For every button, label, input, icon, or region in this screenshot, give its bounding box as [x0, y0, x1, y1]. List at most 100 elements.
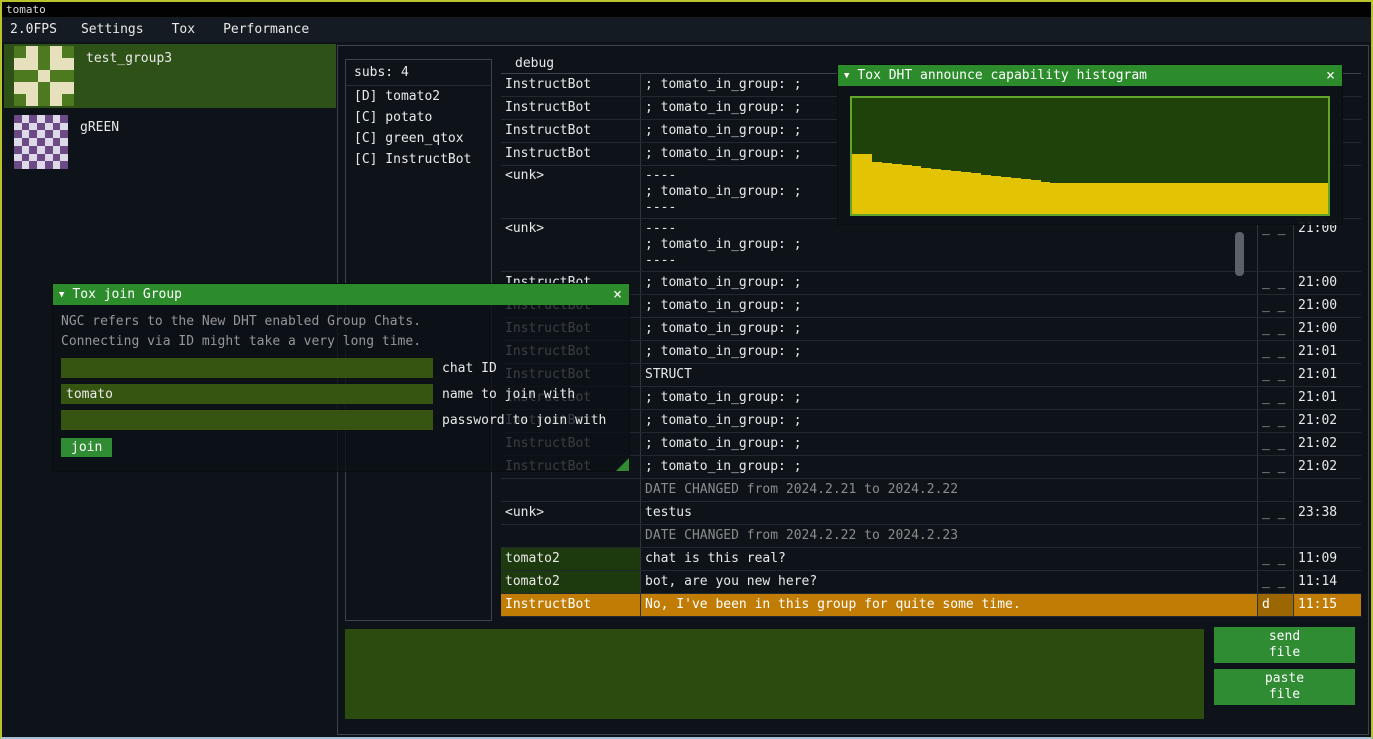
message-line: chat is this real?: [645, 550, 1253, 568]
message-text: ; tomato_in_group: ;: [641, 318, 1258, 340]
join-button[interactable]: join: [61, 438, 112, 457]
message-flags: _ _: [1258, 219, 1294, 271]
message-flags: _ _: [1258, 456, 1294, 478]
chat-message-row: InstructBotSTRUCT_ _21:01: [501, 364, 1361, 387]
join-field-label: chat ID: [442, 361, 497, 376]
avatar-pixel: [14, 115, 22, 123]
message-time: 21:02: [1294, 456, 1361, 478]
collapse-arrow-icon[interactable]: ▼: [844, 71, 849, 81]
histogram-bar: [1219, 183, 1229, 214]
avatar-pixel: [14, 58, 26, 70]
close-icon[interactable]: ×: [613, 285, 622, 303]
message-flags: _ _: [1258, 410, 1294, 432]
avatar-pixel: [14, 154, 22, 162]
chat-id-input[interactable]: [61, 358, 433, 378]
avatar-pixel: [60, 161, 68, 169]
menu-item-performance[interactable]: Performance: [209, 19, 323, 40]
avatar-pixel: [37, 154, 45, 162]
join-field-row: chat ID: [61, 358, 621, 378]
join-group-titlebar[interactable]: ▼ Tox join Group ×: [53, 284, 629, 305]
avatar-pixel: [50, 70, 62, 82]
avatar-pixel: [45, 123, 53, 131]
message-composer[interactable]: [345, 629, 1204, 719]
avatar-pixel: [14, 138, 22, 146]
avatar-pixel: [29, 146, 37, 154]
avatar-pixel: [14, 82, 26, 94]
message-time: 21:02: [1294, 433, 1361, 455]
message-flags: [1258, 479, 1294, 501]
resize-grip[interactable]: [616, 458, 629, 471]
group-item-test_group3[interactable]: test_group3: [4, 44, 336, 108]
message-time: [1294, 479, 1361, 501]
os-titlebar[interactable]: tomato: [2, 2, 1371, 17]
avatar-pixel: [22, 146, 30, 154]
histogram-bar: [892, 164, 902, 214]
avatar-pixel: [22, 123, 30, 131]
fps-counter: 2.0FPS: [2, 22, 67, 37]
histogram-bar: [1001, 177, 1011, 214]
avatar-pixel: [37, 115, 45, 123]
avatar-pixel: [62, 94, 74, 106]
message-time: 21:00: [1294, 295, 1361, 317]
histogram-bar: [961, 172, 971, 214]
member-item: [C] green_qtox: [346, 128, 491, 149]
message-author: InstructBot: [501, 120, 641, 142]
histogram-bar: [1249, 183, 1259, 214]
avatar-pixel: [53, 130, 61, 138]
message-time: 11:09: [1294, 548, 1361, 570]
message-author: [501, 525, 641, 547]
avatar-pixel: [26, 58, 38, 70]
join-group-window: ▼ Tox join Group × NGC refers to the New…: [52, 283, 630, 472]
histogram-bar: [1130, 183, 1140, 214]
chat-scrollbar-thumb[interactable]: [1235, 232, 1244, 276]
message-text: ----; tomato_in_group: ;----: [641, 219, 1258, 271]
avatar-pixel: [60, 154, 68, 162]
join-name-input[interactable]: [61, 384, 433, 404]
avatar-pixel: [37, 138, 45, 146]
paste-file-button[interactable]: paste file: [1214, 669, 1355, 705]
menu-item-tox[interactable]: Tox: [158, 19, 209, 40]
chat-message-row: InstructBot; tomato_in_group: ;_ _21:00: [501, 272, 1361, 295]
menu-item-settings[interactable]: Settings: [67, 19, 158, 40]
avatar-pixel: [45, 130, 53, 138]
avatar-pixel: [50, 94, 62, 106]
avatar-pixel: [14, 94, 26, 106]
histogram-bar: [1209, 183, 1219, 214]
message-text: No, I've been in this group for quite so…: [641, 594, 1258, 616]
dht-histogram-titlebar[interactable]: ▼ Tox DHT announce capability histogram …: [838, 65, 1342, 86]
avatar-pixel: [22, 115, 30, 123]
histogram-bar: [1189, 183, 1199, 214]
histogram-bar: [1060, 183, 1070, 214]
send-file-button[interactable]: send file: [1214, 627, 1355, 663]
subs-count: subs: 4: [346, 60, 491, 86]
avatar-pixel: [26, 94, 38, 106]
chat-message-row: tomato2chat is this real?_ _11:09: [501, 548, 1361, 571]
tab-debug[interactable]: debug: [503, 54, 566, 73]
close-icon[interactable]: ×: [1326, 66, 1335, 84]
message-flags: _ _: [1258, 433, 1294, 455]
message-time: 11:14: [1294, 571, 1361, 593]
app-window: tomato 2.0FPS SettingsToxPerformance tes…: [0, 0, 1373, 739]
message-time: 21:01: [1294, 341, 1361, 363]
chat-message-row: InstructBotNo, I've been in this group f…: [501, 594, 1361, 617]
join-password-input[interactable]: [61, 410, 433, 430]
member-list: [D] tomato2[C] potato[C] green_qtox[C] I…: [346, 86, 491, 170]
histogram-bar: [1239, 183, 1249, 214]
message-line: No, I've been in this group for quite so…: [645, 596, 1253, 614]
collapse-arrow-icon[interactable]: ▼: [59, 290, 64, 300]
avatar-pixel: [45, 161, 53, 169]
histogram-bar: [852, 154, 862, 214]
group-item-gREEN[interactable]: gREEN: [4, 113, 336, 177]
histogram-bar: [1140, 183, 1150, 214]
chat-message-row: <unk>----; tomato_in_group: ;----_ _21:0…: [501, 219, 1361, 272]
histogram-bar: [1100, 183, 1110, 214]
message-line: ; tomato_in_group: ;: [645, 237, 1253, 253]
message-line: ; tomato_in_group: ;: [645, 389, 1253, 407]
avatar-pixel: [26, 46, 38, 58]
histogram-bar: [1150, 183, 1160, 214]
histogram-bar: [1298, 183, 1308, 214]
avatar-pixel: [38, 94, 50, 106]
message-time: 11:15: [1294, 594, 1361, 616]
avatar-pixel: [22, 138, 30, 146]
message-text: ; tomato_in_group: ;: [641, 295, 1258, 317]
